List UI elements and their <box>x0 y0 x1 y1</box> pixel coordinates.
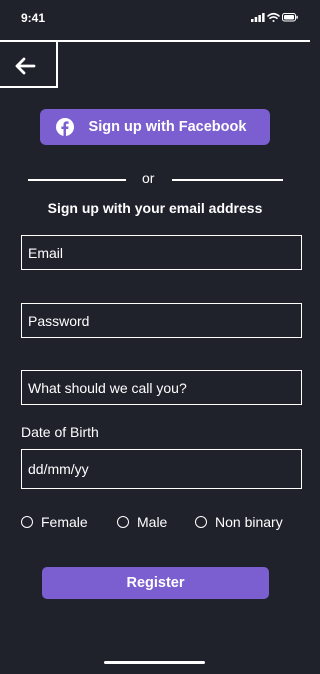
register-button[interactable]: Register <box>42 567 269 599</box>
email-field[interactable] <box>21 235 302 270</box>
divider-line-left <box>28 179 126 181</box>
signal-icon <box>251 13 265 22</box>
gender-radio-female[interactable]: Female <box>21 514 88 530</box>
gender-radio-non-binary[interactable]: Non binary <box>195 514 283 530</box>
facebook-icon <box>55 118 74 136</box>
gender-label-non-binary: Non binary <box>215 514 283 530</box>
dob-label: Date of Birth <box>21 424 99 440</box>
back-arrow-icon[interactable] <box>14 56 36 76</box>
dob-field[interactable] <box>21 449 302 489</box>
gender-radio-male[interactable]: Male <box>117 514 167 530</box>
status-icons <box>251 12 298 22</box>
password-field[interactable] <box>21 303 302 338</box>
facebook-signup-label: Sign up with Facebook <box>88 119 247 135</box>
status-time: 9:41 <box>21 11 46 25</box>
nickname-field[interactable] <box>21 370 302 405</box>
email-signup-heading: Sign up with your email address <box>47 200 263 216</box>
gender-label-female: Female <box>41 514 88 530</box>
gender-label-male: Male <box>137 514 168 530</box>
divider-or-text: or <box>142 170 155 186</box>
facebook-signup-button[interactable]: Sign up with Facebook <box>40 109 270 145</box>
wifi-icon <box>267 12 280 22</box>
radio-circle-icon <box>117 516 129 528</box>
divider-line-right <box>172 179 283 181</box>
radio-circle-icon <box>21 516 33 528</box>
home-indicator[interactable] <box>104 661 205 664</box>
radio-circle-icon <box>195 516 207 528</box>
battery-icon <box>282 13 298 22</box>
gender-radio-group: Female Male Non binary <box>21 514 301 532</box>
